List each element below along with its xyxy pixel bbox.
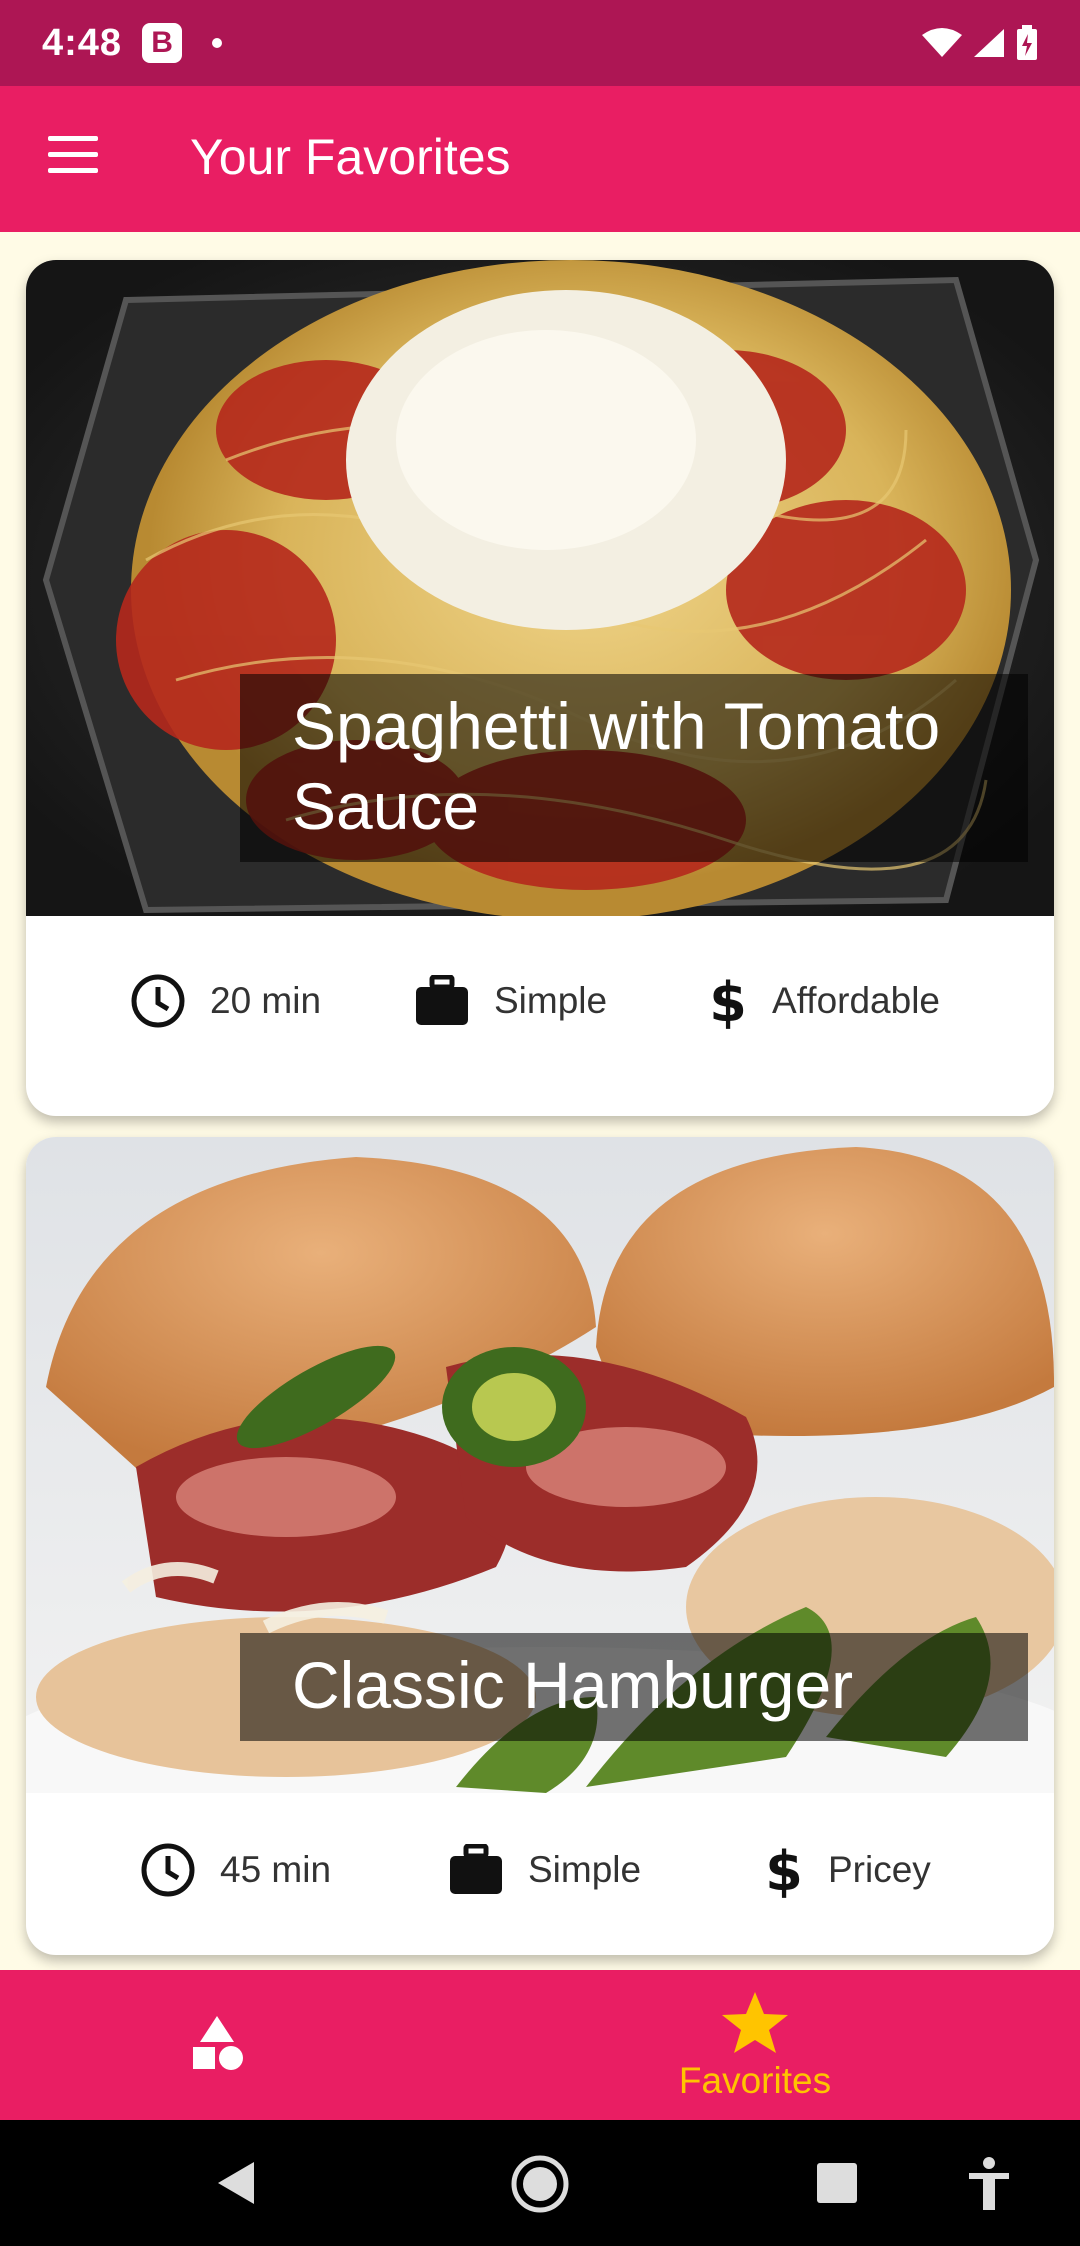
affordability-info: $ Pricey: [764, 1842, 931, 1898]
battery-charging-icon: [1017, 25, 1037, 60]
status-time: 4:48: [42, 21, 123, 64]
menu-button[interactable]: [48, 136, 98, 176]
notification-b-icon: B: [142, 23, 183, 63]
complexity-text: Simple: [494, 980, 608, 1021]
favorites-list[interactable]: Spaghetti with Tomato Sauce 20 min Simpl…: [0, 232, 1080, 1970]
accessibility-icon[interactable]: [966, 2156, 1012, 2212]
duration-info: 45 min: [140, 1842, 331, 1898]
affordability-text: Pricey: [828, 1849, 931, 1890]
nav-item-favorites[interactable]: Favorites: [640, 1970, 870, 2120]
briefcase-icon: [416, 975, 468, 1025]
nav-label-favorites: Favorites: [678, 2060, 832, 2101]
recents-icon[interactable]: [816, 2162, 858, 2204]
duration-info: 20 min: [130, 973, 321, 1029]
meal-meta-row: 20 min Simple $ Affordable: [26, 916, 1054, 1086]
meal-title: Spaghetti with Tomato Sauce: [240, 674, 1028, 862]
meal-title: Classic Hamburger: [240, 1633, 1028, 1741]
meal-card-spaghetti[interactable]: Spaghetti with Tomato Sauce 20 min Simpl…: [26, 260, 1054, 1116]
status-bar: 4:48 B: [0, 0, 1080, 86]
briefcase-icon: [450, 1844, 502, 1894]
meal-card-hamburger[interactable]: Classic Hamburger 45 min Simple $ Pricey: [26, 1137, 1054, 1955]
complexity-info: Simple: [414, 975, 607, 1027]
dollar-icon: $: [709, 973, 747, 1029]
duration-text: 45 min: [220, 1849, 332, 1890]
notification-dot-icon: [212, 38, 223, 48]
bottom-navigation: Favorites: [0, 1970, 1080, 2120]
page-title: Your Favorites: [190, 129, 511, 185]
clock-icon: [131, 974, 185, 1028]
dollar-icon: $: [765, 1842, 803, 1898]
hamburger-menu-icon: [48, 136, 98, 141]
affordability-text: Affordable: [772, 980, 940, 1021]
duration-text: 20 min: [210, 980, 322, 1021]
complexity-text: Simple: [528, 1849, 642, 1890]
svg-text:$: $: [709, 973, 747, 1029]
home-icon[interactable]: [510, 2154, 570, 2214]
wifi-icon: [922, 28, 962, 57]
system-navigation-bar: [0, 2120, 1080, 2246]
app-bar: Your Favorites: [0, 86, 1080, 232]
nav-item-categories[interactable]: [150, 1970, 285, 2120]
affordability-info: $ Affordable: [708, 973, 940, 1029]
star-icon: [722, 1992, 788, 2053]
clock-icon: [141, 1843, 195, 1897]
signal-icon: [974, 29, 1004, 57]
categories-shapes-icon: [193, 2016, 243, 2070]
svg-text:$: $: [765, 1842, 803, 1898]
meal-meta-row: 45 min Simple $ Pricey: [26, 1785, 1054, 1955]
complexity-info: Simple: [448, 1844, 641, 1896]
back-icon[interactable]: [214, 2160, 258, 2206]
